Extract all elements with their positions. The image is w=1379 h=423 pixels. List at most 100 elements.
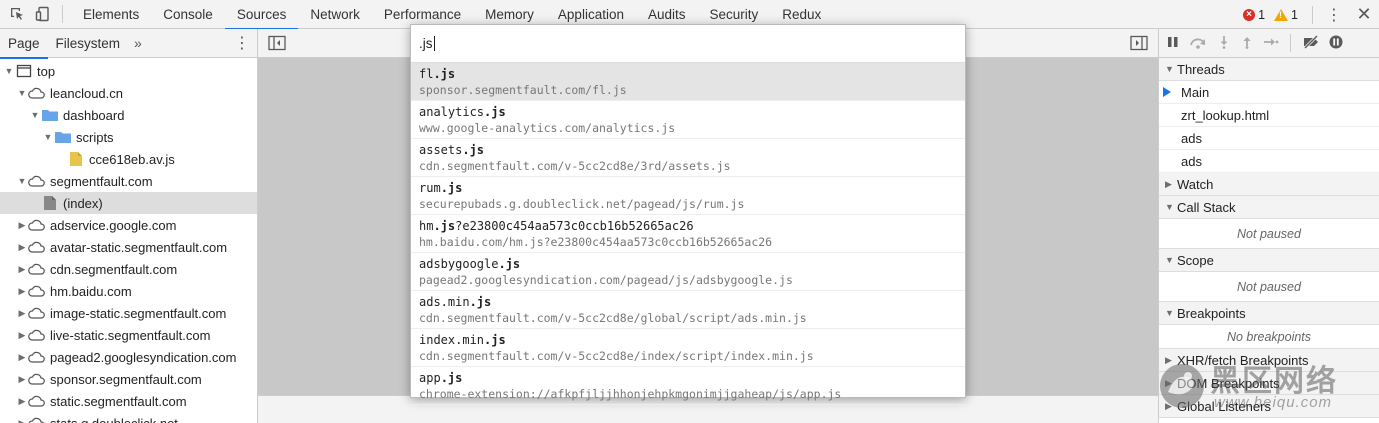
- quick-open-item[interactable]: app.js chrome-extension://afkpfjljjhhonje…: [411, 367, 965, 405]
- js-file-icon: [66, 151, 86, 167]
- callstack-section-header[interactable]: ▼ Call Stack: [1159, 196, 1379, 219]
- quick-open-item[interactable]: fl.js sponsor.segmentfault.com/fl.js: [411, 63, 965, 101]
- tree-item[interactable]: ▶ static.segmentfault.com: [0, 390, 257, 412]
- toggle-debugger-icon[interactable]: [1130, 35, 1148, 51]
- expanded-triangle-icon[interactable]: ▼: [43, 132, 53, 142]
- pause-icon[interactable]: [1167, 36, 1179, 51]
- filename-prefix: hm: [419, 219, 434, 233]
- collapsed-triangle-icon[interactable]: ▶: [17, 396, 27, 407]
- quick-open-item-title: assets.js: [419, 143, 957, 159]
- expanded-triangle-icon[interactable]: ▼: [17, 88, 27, 98]
- pause-on-exceptions-icon[interactable]: [1329, 35, 1343, 52]
- tree-item[interactable]: (index): [0, 192, 257, 214]
- collapsed-triangle-icon[interactable]: ▶: [17, 264, 27, 275]
- quick-open-item[interactable]: rum.js securepubads.g.doubleclick.net/pag…: [411, 177, 965, 215]
- kebab-menu-icon[interactable]: ⋮: [1319, 0, 1349, 29]
- tree-item[interactable]: cce618eb.av.js: [0, 148, 257, 170]
- quick-open-item-title: app.js: [419, 371, 957, 387]
- thread-item[interactable]: Main: [1159, 81, 1379, 104]
- quick-open-input[interactable]: .js: [411, 25, 965, 63]
- quick-open-item-title: hm.js?e23800c454aa573c0ccb16b52665ac26: [419, 219, 957, 235]
- tree-item-label: image-static.segmentfault.com: [50, 305, 227, 321]
- collapsed-triangle-icon[interactable]: ▶: [17, 330, 27, 341]
- tree-item[interactable]: ▶ sponsor.segmentfault.com: [0, 368, 257, 390]
- dom-breakpoints-section-header[interactable]: ▶ DOM Breakpoints: [1159, 372, 1379, 395]
- tree-item[interactable]: ▶ live-static.segmentfault.com: [0, 324, 257, 346]
- threads-section-header[interactable]: ▼ Threads: [1159, 58, 1379, 81]
- collapsed-triangle-icon[interactable]: ▶: [17, 286, 27, 297]
- tree-item[interactable]: ▶ stats.g.doubleclick.net: [0, 412, 257, 423]
- quick-open-item[interactable]: analytics.js www.google-analytics.com/ana…: [411, 101, 965, 139]
- tree-item[interactable]: ▶ adservice.google.com: [0, 214, 257, 236]
- tree-item[interactable]: ▼ dashboard: [0, 104, 257, 126]
- toolbar-divider: [62, 5, 63, 23]
- quick-open-item-url: cdn.segmentfault.com/v-5cc2cd8e/3rd/asse…: [419, 159, 731, 173]
- collapsed-triangle-icon[interactable]: ▶: [17, 374, 27, 385]
- collapsed-triangle-icon[interactable]: ▶: [17, 220, 27, 231]
- tree-item-label: static.segmentfault.com: [50, 393, 187, 409]
- quick-open-item[interactable]: assets.js cdn.segmentfault.com/v-5cc2cd8e…: [411, 139, 965, 177]
- tree-item[interactable]: ▶ cdn.segmentfault.com: [0, 258, 257, 280]
- deactivate-breakpoints-icon[interactable]: [1302, 34, 1320, 52]
- cloud-icon: [27, 371, 47, 387]
- nav-tab-filesystem[interactable]: Filesystem: [48, 29, 129, 58]
- thread-item[interactable]: ads: [1159, 150, 1379, 173]
- navigator-menu-icon[interactable]: ⋮: [227, 33, 257, 53]
- toggle-navigator-icon[interactable]: [268, 35, 286, 51]
- tree-item-label: segmentfault.com: [50, 173, 153, 189]
- collapsed-triangle-icon[interactable]: ▶: [17, 352, 27, 363]
- expanded-triangle-icon[interactable]: ▼: [4, 66, 14, 76]
- step-into-icon[interactable]: [1217, 35, 1231, 52]
- filename-prefix: rum: [419, 181, 441, 195]
- tree-item[interactable]: ▼ scripts: [0, 126, 257, 148]
- tree-item-label: leancloud.cn: [50, 85, 123, 101]
- expanded-triangle-icon[interactable]: ▼: [30, 110, 40, 120]
- expanded-triangle-icon[interactable]: ▼: [17, 176, 27, 186]
- quick-open-item[interactable]: adsbygoogle.js pagead2.googlesyndication.…: [411, 253, 965, 291]
- collapsed-triangle-icon[interactable]: ▶: [17, 242, 27, 253]
- breakpoints-section-header[interactable]: ▼ Breakpoints: [1159, 302, 1379, 325]
- scope-section-header[interactable]: ▼ Scope: [1159, 249, 1379, 272]
- quick-open-item[interactable]: ads.min.js cdn.segmentfault.com/v-5cc2cd8…: [411, 291, 965, 329]
- tree-item-label: stats.g.doubleclick.net: [50, 415, 178, 423]
- tree-item-label: adservice.google.com: [50, 217, 177, 233]
- tree-item[interactable]: ▼ segmentfault.com: [0, 170, 257, 192]
- cloud-icon: [27, 85, 47, 101]
- step-out-icon[interactable]: [1240, 35, 1254, 52]
- tree-item-label: dashboard: [63, 107, 125, 123]
- global-listeners-section-header[interactable]: ▶ Global Listeners: [1159, 395, 1379, 418]
- thread-label: Main: [1181, 84, 1210, 100]
- quick-open-item-url: cdn.segmentfault.com/v-5cc2cd8e/global/s…: [419, 311, 807, 325]
- nav-tab-page[interactable]: Page: [0, 29, 48, 59]
- cloud-icon: [27, 261, 47, 277]
- tab-console[interactable]: Console: [151, 0, 225, 29]
- tree-item[interactable]: ▶ hm.baidu.com: [0, 280, 257, 302]
- thread-item[interactable]: zrt_lookup.html: [1159, 104, 1379, 127]
- tree-item[interactable]: ▶ image-static.segmentfault.com: [0, 302, 257, 324]
- quick-open-results: fl.js sponsor.segmentfault.com/fl.js analy…: [411, 63, 965, 405]
- tree-item-label: pagead2.googlesyndication.com: [50, 349, 237, 365]
- filename-prefix: adsbygoogle: [419, 257, 499, 271]
- tab-sources[interactable]: Sources: [224, 0, 299, 30]
- step-over-icon[interactable]: [1188, 35, 1208, 52]
- tree-item[interactable]: ▼ top: [0, 60, 257, 82]
- thread-item[interactable]: ads: [1159, 127, 1379, 150]
- error-count-badge[interactable]: × 1 ! 1: [1243, 8, 1298, 22]
- collapsed-triangle-icon[interactable]: ▶: [17, 418, 27, 423]
- dom-breakpoints-label: DOM Breakpoints: [1177, 375, 1280, 391]
- tree-item[interactable]: ▶ pagead2.googlesyndication.com: [0, 346, 257, 368]
- xhr-breakpoints-section-header[interactable]: ▶ XHR/fetch Breakpoints: [1159, 349, 1379, 372]
- quick-open-item[interactable]: index.min.js cdn.segmentfault.com/v-5cc2c…: [411, 329, 965, 367]
- tab-network[interactable]: Network: [298, 0, 372, 29]
- step-icon[interactable]: [1263, 35, 1279, 52]
- device-toolbar-icon[interactable]: [30, 0, 56, 29]
- watch-section-header[interactable]: ▶ Watch: [1159, 173, 1379, 196]
- tree-item[interactable]: ▼ leancloud.cn: [0, 82, 257, 104]
- quick-open-item[interactable]: hm.js?e23800c454aa573c0ccb16b52665ac26 hm…: [411, 215, 965, 253]
- tree-item[interactable]: ▶ avatar-static.segmentfault.com: [0, 236, 257, 258]
- inspect-element-icon[interactable]: [4, 0, 30, 29]
- collapsed-triangle-icon[interactable]: ▶: [17, 308, 27, 319]
- tab-elements[interactable]: Elements: [71, 0, 151, 29]
- close-icon[interactable]: ✕: [1349, 0, 1379, 29]
- more-tabs-icon[interactable]: »: [128, 35, 148, 51]
